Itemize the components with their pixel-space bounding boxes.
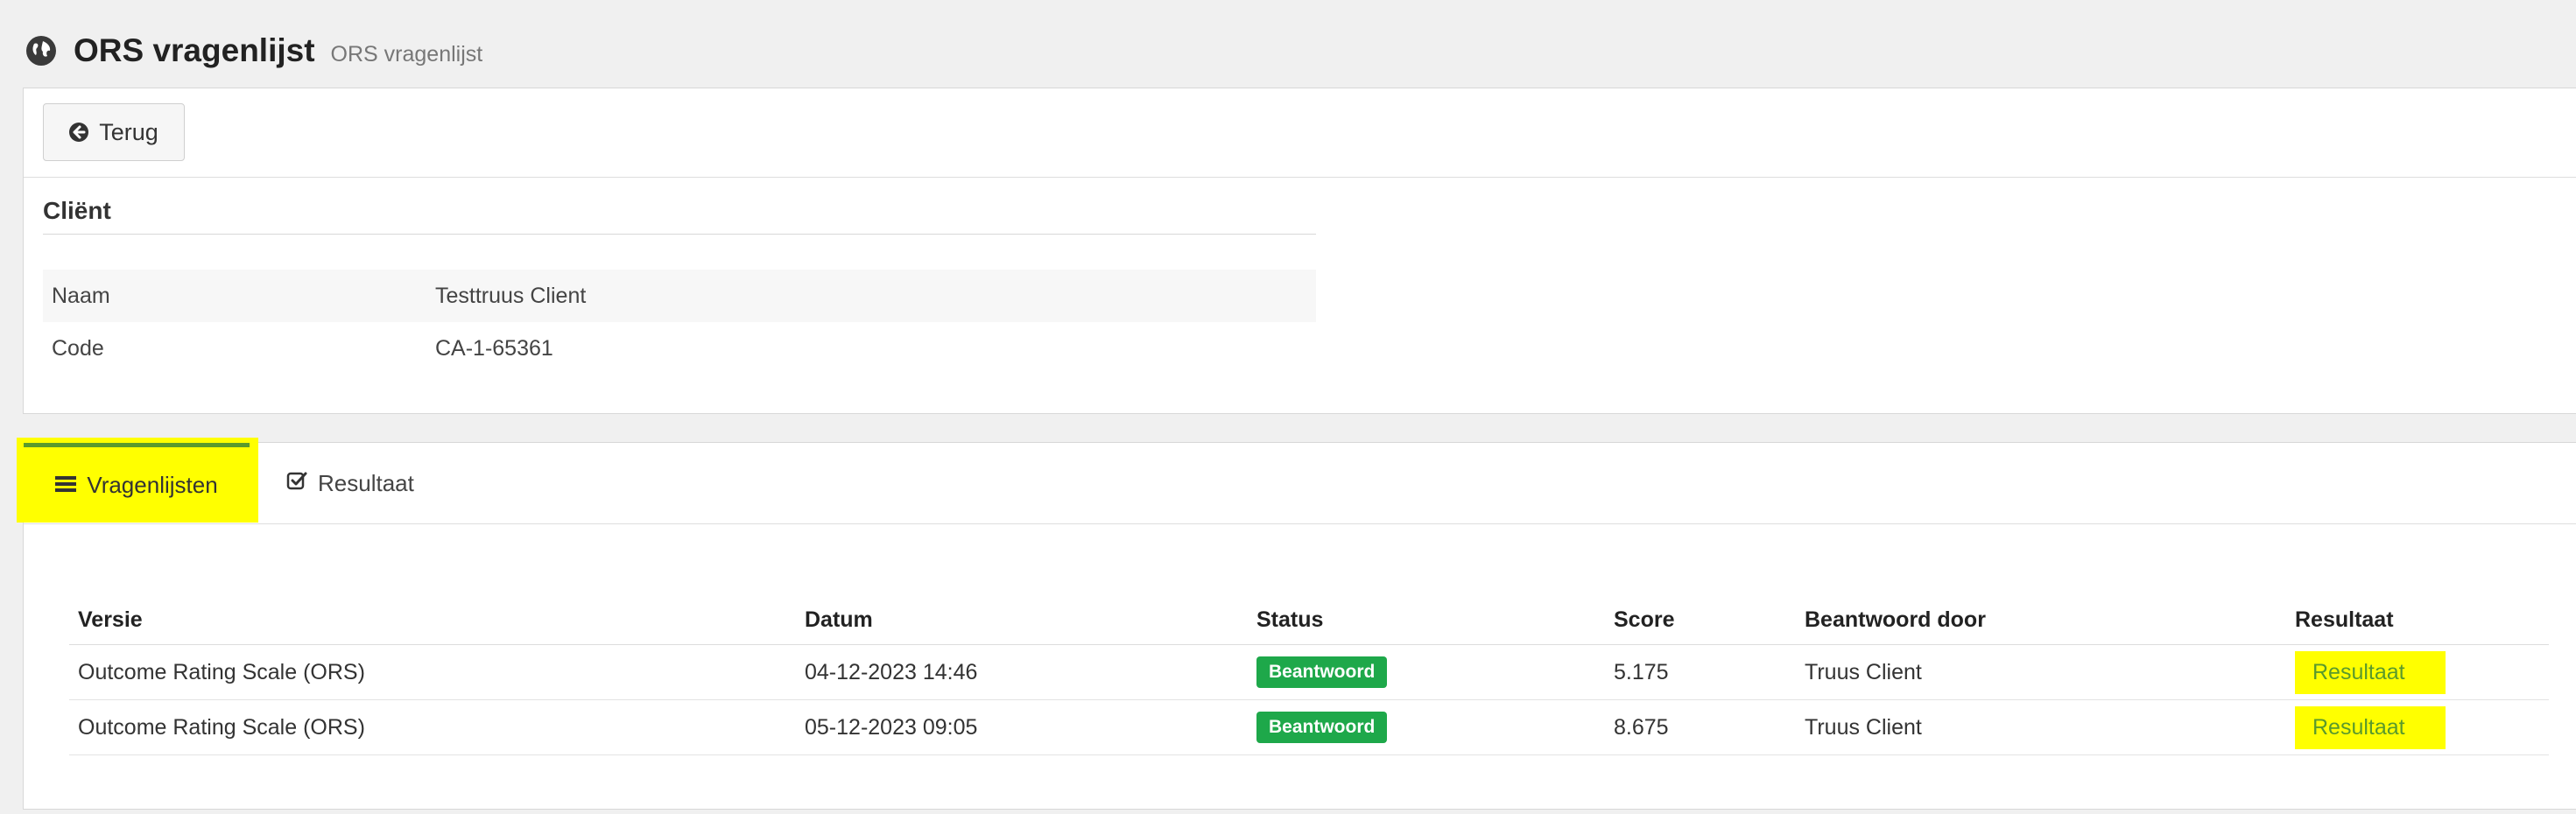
cell-resultaat: Resultaat — [2286, 644, 2549, 700]
client-info-table: Naam Testtruus Client Code CA-1-65361 — [43, 270, 1316, 375]
check-square-icon — [286, 470, 307, 497]
cell-datum: 05-12-2023 09:05 — [796, 699, 1248, 755]
arrow-circle-left-icon — [69, 123, 89, 142]
status-badge: Beantwoord — [1256, 712, 1388, 743]
cell-versie: Outcome Rating Scale (ORS) — [69, 699, 796, 755]
column-header[interactable]: Resultaat — [2286, 595, 2549, 645]
page-header: ORS vragenlijst ORS vragenlijst — [26, 25, 482, 77]
client-info-row: Code CA-1-65361 — [43, 322, 1316, 375]
resultaat-link[interactable]: Resultaat — [2295, 650, 2446, 694]
cell-score: 8.675 — [1605, 699, 1796, 755]
tab-bar: Vragenlijsten Resultaat — [17, 438, 2576, 524]
cell-versie: Outcome Rating Scale (ORS) — [69, 644, 796, 700]
cell-status: Beantwoord — [1248, 699, 1605, 755]
column-header[interactable]: Score — [1605, 595, 1796, 645]
back-button[interactable]: Terug — [43, 103, 185, 161]
cell-resultaat: Resultaat — [2286, 699, 2549, 755]
client-info-row: Naam Testtruus Client — [43, 270, 1316, 322]
status-badge: Beantwoord — [1256, 656, 1388, 688]
toolbar: Terug — [24, 88, 2576, 178]
field-label: Naam — [52, 283, 110, 308]
column-header[interactable]: Status — [1248, 595, 1605, 645]
tab-label: Resultaat — [318, 469, 414, 496]
field-value: CA-1-65361 — [435, 335, 553, 361]
cell-datum: 04-12-2023 14:46 — [796, 644, 1248, 700]
cell-score: 5.175 — [1605, 644, 1796, 700]
questionnaire-card: Vragenlijsten Resultaat Versie Datum Sta… — [17, 438, 2576, 810]
tab-label: Vragenlijsten — [87, 472, 218, 498]
back-button-label: Terug — [99, 118, 158, 145]
client-card: Terug Cliënt Naam Testtruus Client Code … — [23, 88, 2576, 414]
table-row: Outcome Rating Scale (ORS) 05-12-2023 09… — [69, 699, 2549, 755]
cell-door: Truus Client — [1796, 699, 2286, 755]
tab-resultaat[interactable]: Resultaat — [286, 443, 414, 523]
bars-icon — [55, 472, 77, 499]
cell-door: Truus Client — [1796, 644, 2286, 700]
table-header-row: Versie Datum Status Score Beantwoord doo… — [69, 595, 2549, 645]
globe-icon — [26, 36, 56, 66]
table-row: Outcome Rating Scale (ORS) 04-12-2023 14… — [69, 644, 2549, 700]
column-header[interactable]: Datum — [796, 595, 1248, 645]
resultaat-link[interactable]: Resultaat — [2295, 705, 2446, 749]
field-value: Testtruus Client — [435, 283, 587, 308]
page-title: ORS vragenlijst — [74, 32, 315, 68]
tab-vragenlijsten[interactable]: Vragenlijsten — [24, 443, 250, 523]
column-header[interactable]: Versie — [69, 595, 796, 645]
column-header[interactable]: Beantwoord door — [1796, 595, 2286, 645]
field-label: Code — [52, 335, 104, 361]
cell-status: Beantwoord — [1248, 644, 1605, 700]
client-section-title: Cliënt — [43, 197, 1316, 235]
questionnaire-table: Versie Datum Status Score Beantwoord doo… — [69, 595, 2549, 755]
page-subtitle: ORS vragenlijst — [330, 41, 483, 67]
